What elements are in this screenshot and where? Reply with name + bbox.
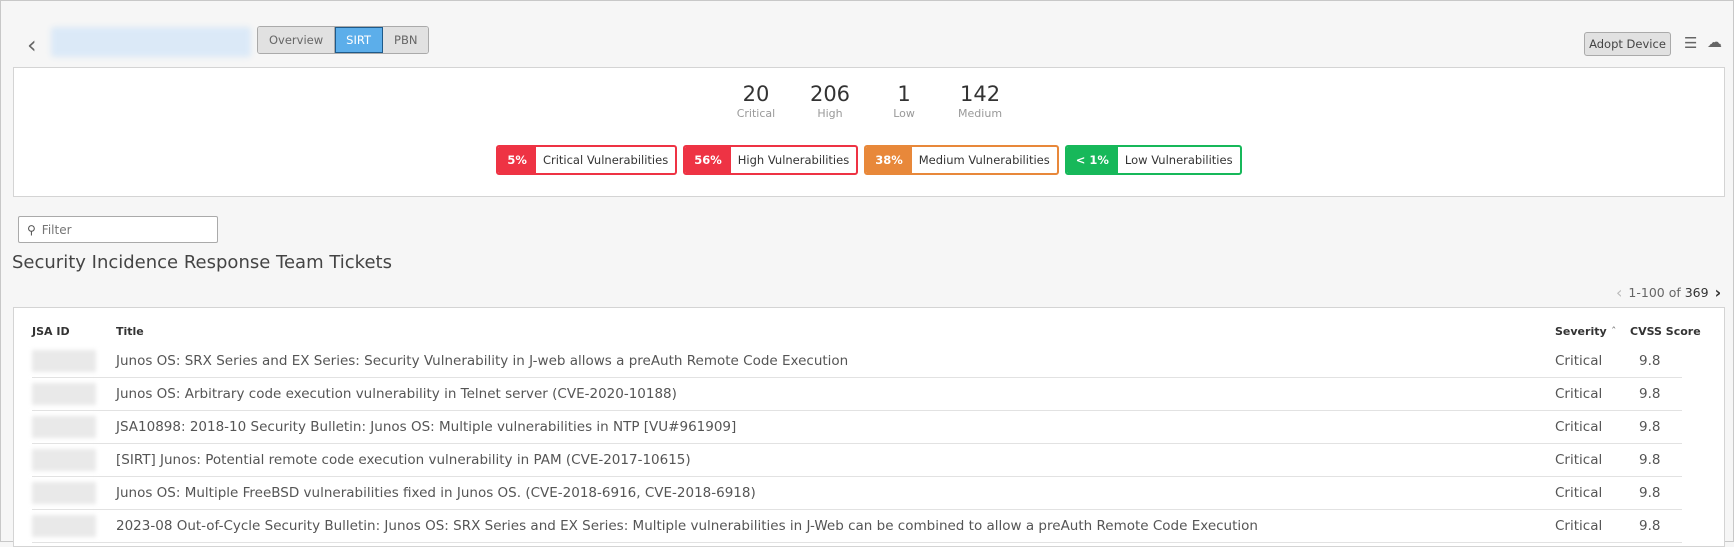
jsa-id-redacted [32, 515, 96, 537]
sirt-table: JSA ID Title Severity ˆ CVSS Score Junos… [13, 307, 1725, 547]
badge-label: High Vulnerabilities [737, 153, 850, 167]
ticket-title[interactable]: Junos OS: SRX Series and EX Series: Secu… [116, 353, 848, 369]
search-icon: ⚲ [27, 223, 36, 237]
ticket-title[interactable]: JSA10898: 2018-10 Security Bulletin: Jun… [116, 419, 736, 435]
stat-label: Critical [736, 107, 776, 120]
ticket-title[interactable]: [SIRT] Junos: Potential remote code exec… [116, 452, 691, 468]
page-range: 1-100 of [1628, 285, 1681, 300]
stat-high: 206 High [810, 82, 850, 120]
severity: Critical [1555, 386, 1603, 402]
badge-label: Medium Vulnerabilities [918, 153, 1050, 167]
cvss-score: 9.8 [1639, 518, 1661, 534]
badge-percent: 5% [498, 147, 536, 173]
jsa-id-redacted [32, 416, 96, 438]
stat-count: 1 [897, 82, 911, 106]
jsa-id-redacted [32, 482, 96, 504]
next-page-icon[interactable]: › [1715, 283, 1722, 302]
settings-sliders-icon[interactable]: ☰ [1684, 34, 1697, 52]
tab-sirt[interactable]: SIRT [335, 27, 384, 53]
stat-label: High [817, 107, 843, 120]
stat-count: 206 [809, 82, 851, 106]
ticket-title[interactable]: Junos OS: Multiple FreeBSD vulnerabiliti… [116, 485, 756, 501]
pagination: ‹ 1-100 of 369 › [1616, 283, 1721, 302]
severity: Critical [1555, 353, 1603, 369]
table-row[interactable]: Junos OS: Arbitrary code execution vulne… [32, 378, 1682, 411]
view-tabs: Overview SIRT PBN [257, 26, 430, 54]
cloud-download-icon[interactable]: ☁ [1707, 33, 1722, 51]
table-row[interactable]: Junos OS: SRX Series and EX Series: Secu… [32, 345, 1682, 378]
col-jsa-id[interactable]: JSA ID [32, 325, 70, 338]
col-cvss-score[interactable]: CVSS Score [1630, 325, 1701, 338]
severity: Critical [1555, 419, 1603, 435]
filter-input-box[interactable]: ⚲ [18, 216, 218, 243]
total-count: 369 [1684, 285, 1709, 300]
stat-critical: 20 Critical [736, 82, 776, 120]
tab-overview[interactable]: Overview [258, 27, 336, 53]
vulnerability-badge[interactable]: 38% Medium Vulnerabilities [864, 145, 1059, 175]
vulnerability-badge[interactable]: 56% High Vulnerabilities [683, 145, 859, 175]
cvss-score: 9.8 [1639, 353, 1661, 369]
section-title: Security Incidence Response Team Tickets [12, 252, 392, 273]
sort-ascending-icon[interactable]: ˆ [1611, 325, 1617, 338]
prev-page-icon[interactable]: ‹ [1616, 283, 1622, 302]
badge-label: Low Vulnerabilities [1124, 153, 1233, 167]
stat-low: 1 Low [884, 82, 924, 120]
jsa-id-redacted [32, 449, 96, 471]
back-chevron-icon[interactable]: ‹ [27, 31, 37, 59]
vulnerability-badge[interactable]: 5% Critical Vulnerabilities [496, 145, 678, 175]
col-severity[interactable]: Severity [1555, 325, 1607, 338]
filter-input[interactable] [41, 223, 202, 237]
col-title[interactable]: Title [116, 325, 144, 338]
badge-percent: < 1% [1066, 147, 1118, 173]
stat-count: 20 [742, 82, 770, 106]
ticket-title[interactable]: 2023-08 Out-of-Cycle Security Bulletin: … [116, 518, 1258, 534]
device-name-redacted [51, 27, 251, 57]
cvss-score: 9.8 [1639, 452, 1661, 468]
cvss-score: 9.8 [1639, 386, 1661, 402]
table-row[interactable]: Junos OS: Multiple FreeBSD vulnerabiliti… [32, 477, 1682, 510]
cvss-score: 9.8 [1639, 419, 1661, 435]
severity: Critical [1555, 518, 1603, 534]
severity: Critical [1555, 452, 1603, 468]
jsa-id-redacted [32, 383, 96, 405]
tab-pbn[interactable]: PBN [383, 27, 429, 53]
vulnerability-summary: 20 Critical 206 High 1 Low 142 Medium 5% Critica… [13, 67, 1725, 197]
ticket-title[interactable]: Junos OS: Arbitrary code execution vulne… [116, 386, 677, 402]
badge-percent: 38% [866, 147, 912, 173]
vulnerability-badge[interactable]: < 1% Low Vulnerabilities [1064, 145, 1242, 175]
jsa-id-redacted [32, 350, 96, 372]
stat-count: 142 [959, 82, 1001, 106]
table-row[interactable]: JSA10898: 2018-10 Security Bulletin: Jun… [32, 411, 1682, 444]
severity: Critical [1555, 485, 1603, 501]
badge-percent: 56% [685, 147, 731, 173]
stat-medium: 142 Medium [958, 82, 1002, 120]
adopt-device-button[interactable]: Adopt Device [1584, 32, 1671, 56]
stat-label: Low [893, 107, 915, 120]
table-row[interactable]: 2023-08 Out-of-Cycle Security Bulletin: … [32, 510, 1682, 543]
badge-label: Critical Vulnerabilities [542, 153, 669, 167]
stat-label: Medium [958, 107, 1003, 120]
cvss-score: 9.8 [1639, 485, 1661, 501]
table-row[interactable]: [SIRT] Junos: Potential remote code exec… [32, 444, 1682, 477]
